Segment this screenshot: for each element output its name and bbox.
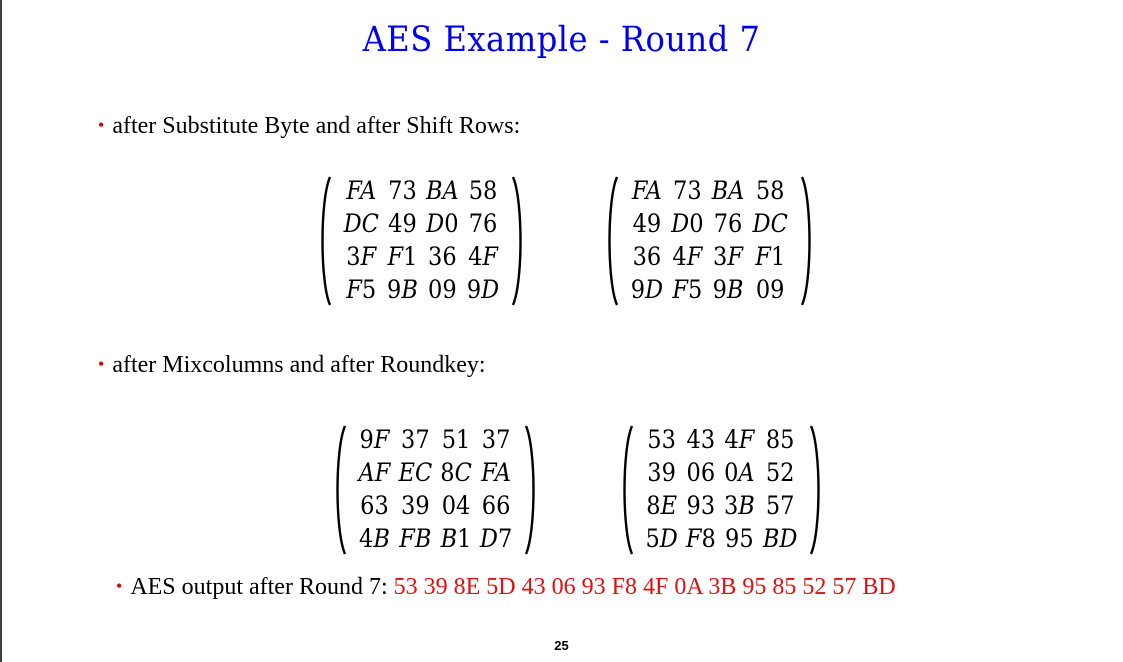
bullet-text: after Substitute Byte and after Shift Ro… <box>112 113 521 139</box>
bullet-icon: • <box>98 354 105 374</box>
matrix-grid: 9F 37 51 37 AF EC 8C FA 63 39 04 66 4B FB B1 D7 <box>356 424 515 556</box>
window-left-border <box>0 0 2 662</box>
right-parenthesis <box>524 424 538 556</box>
matrix-cell: FA <box>481 458 512 487</box>
matrix-cell: 58 <box>755 176 785 205</box>
matrix-cell: 63 <box>360 491 389 520</box>
matrix-grid: FA 73 BA 58 49 D0 76 DC 36 4F 3F F1 9D F5 9B 09 <box>628 175 790 307</box>
matrix-cell: D7 <box>479 524 513 553</box>
matrix-cell: BD <box>762 524 798 553</box>
matrix-cell: BA <box>711 176 745 205</box>
matrix-cell: F5 <box>672 275 703 304</box>
matrix-cell: D0 <box>671 209 704 238</box>
matrix-cell: 49 <box>388 209 417 238</box>
matrix-cell: FA <box>346 176 377 205</box>
right-parenthesis <box>809 424 823 556</box>
matrix-cell: D0 <box>426 209 459 238</box>
matrix-cell: 76 <box>468 209 498 238</box>
left-parenthesis <box>620 424 634 556</box>
matrix-cell: 9D <box>630 275 664 304</box>
right-parenthesis <box>511 175 525 307</box>
matrix-cell: 36 <box>632 242 662 271</box>
matrix-cell: F1 <box>387 242 418 271</box>
matrix-cell: BA <box>425 176 459 205</box>
matrix-cell: 66 <box>481 491 511 520</box>
matrix-cell: 9D <box>466 275 500 304</box>
matrix-cell: 3F <box>346 242 377 271</box>
matrix-cell: 58 <box>468 176 498 205</box>
matrix-cell: 73 <box>388 176 417 205</box>
matrix-cell: DC <box>752 209 788 238</box>
bullet-aes-output: • AES output after Round 7: 53 39 8E 5D 4… <box>116 574 896 601</box>
matrix-grid: FA 73 BA 58 DC 49 D0 76 3F F1 36 4F F5 9B 09 9D <box>341 175 502 307</box>
matrix-cell: F1 <box>755 242 786 271</box>
matrix-cell: 39 <box>401 491 430 520</box>
matrix-cell: 3F <box>713 242 744 271</box>
matrix-cell: AF <box>358 458 391 487</box>
matrix-after-shift-rows: FA 73 BA 58 49 D0 76 DC 36 4F 3F F1 9D F5 9B 09 <box>605 175 814 307</box>
bullet-text: AES output after Round 7: <box>130 574 394 600</box>
matrix-cell: 9F <box>359 425 390 454</box>
matrix-cell: 09 <box>755 275 785 304</box>
matrix-cell: 04 <box>441 491 471 520</box>
matrix-after-mixcolumns: 9F 37 51 37 AF EC 8C FA 63 39 04 66 4B FB B1 D7 <box>333 424 538 556</box>
matrix-cell: F5 <box>346 275 377 304</box>
matrix-cell: 43 <box>686 425 716 454</box>
matrix-grid: 53 43 4F 85 39 06 0A 52 8E 93 3B 57 5D F8 95 BD <box>643 424 800 556</box>
matrix-cell: 9B <box>712 275 744 304</box>
matrix-cell: 3B <box>723 491 755 520</box>
matrix-cell: 06 <box>686 458 716 487</box>
bullet-icon: • <box>116 576 123 596</box>
bullet-icon: • <box>98 115 105 135</box>
matrix-cell: 8C <box>440 458 472 487</box>
matrix-cell: FA <box>631 176 662 205</box>
matrix-cell: 57 <box>765 491 795 520</box>
matrix-cell: 4F <box>724 425 755 454</box>
matrix-cell: EC <box>398 458 433 487</box>
slide-title: AES Example - Round 7 <box>362 20 761 60</box>
bullet-mixcolumns-roundkey: • after Mixcolumns and after Roundkey: <box>98 352 486 379</box>
matrix-cell: 76 <box>713 209 743 238</box>
page-number: 25 <box>554 638 569 653</box>
left-parenthesis <box>333 424 347 556</box>
matrix-cell: 49 <box>632 209 662 238</box>
matrix-cell: F8 <box>685 524 716 553</box>
bullet-text: after Mixcolumns and after Roundkey: <box>112 352 486 378</box>
matrix-cell: 73 <box>673 176 702 205</box>
matrix-cell: 4F <box>468 242 499 271</box>
matrix-after-roundkey: 53 43 4F 85 39 06 0A 52 8E 93 3B 57 5D F8 95 BD <box>620 424 823 556</box>
left-parenthesis <box>318 175 332 307</box>
left-parenthesis <box>605 175 619 307</box>
matrix-cell: 85 <box>765 425 795 454</box>
matrix-cell: 4B <box>359 524 390 553</box>
matrix-cell: 95 <box>725 524 754 553</box>
matrix-cell: FB <box>399 524 432 553</box>
bullet-substitute-shift: • after Substitute Byte and after Shift R… <box>98 113 520 140</box>
matrix-cell: 09 <box>428 275 457 304</box>
aes-output-value: 53 39 8E 5D 43 06 93 F8 4F 0A 3B 95 85 5… <box>393 574 896 600</box>
matrix-cell: 51 <box>441 425 471 454</box>
matrix-cell: B1 <box>440 524 472 553</box>
matrix-cell: 39 <box>647 458 676 487</box>
matrix-cell: DC <box>343 209 379 238</box>
matrix-cell: 53 <box>647 425 676 454</box>
matrix-cell: 37 <box>481 425 511 454</box>
matrix-cell: 0A <box>724 458 755 487</box>
matrix-cell: 93 <box>686 491 716 520</box>
matrix-cell: 36 <box>428 242 457 271</box>
matrix-cell: 5D <box>645 524 678 553</box>
matrix-cell: 37 <box>401 425 430 454</box>
matrix-cell: 4F <box>672 242 703 271</box>
matrix-cell: 52 <box>765 458 795 487</box>
matrix-after-substitute-byte: FA 73 BA 58 DC 49 D0 76 3F F1 36 4F F5 9B 09 9D <box>318 175 525 307</box>
matrix-cell: 9B <box>387 275 418 304</box>
matrix-cell: 8E <box>646 491 677 520</box>
right-parenthesis <box>800 175 814 307</box>
